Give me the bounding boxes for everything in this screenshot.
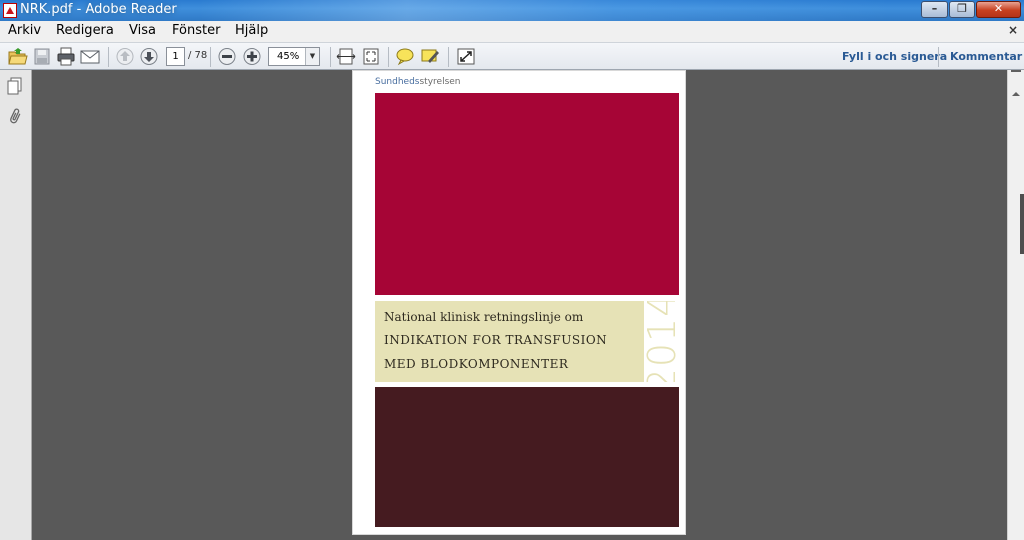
prev-page-icon[interactable]: [115, 47, 135, 66]
toolbar-separator: [388, 47, 389, 67]
zoom-in-icon[interactable]: [242, 47, 262, 66]
fullscreen-icon[interactable]: [456, 47, 476, 66]
minimize-button[interactable]: –: [921, 1, 948, 18]
cover-top-band: [375, 93, 679, 295]
scrollbar-top-line: [1011, 70, 1021, 72]
cover-bottom-band: [375, 387, 679, 527]
close-document-icon[interactable]: ×: [1008, 23, 1018, 37]
menu-arkiv[interactable]: Arkiv: [8, 23, 41, 38]
email-icon[interactable]: [80, 47, 100, 66]
minimize-icon: –: [931, 2, 938, 15]
zoom-value: 45%: [277, 51, 300, 62]
zoom-select[interactable]: 45% ▼: [268, 47, 320, 66]
scrollbar-thumb[interactable]: [1020, 194, 1024, 254]
toolbar-separator: [210, 47, 211, 67]
page-total: / 78: [188, 50, 208, 61]
menu-redigera[interactable]: Redigera: [56, 23, 114, 38]
close-icon: ✕: [993, 2, 1004, 15]
close-button[interactable]: ✕: [976, 1, 1021, 18]
toolbar: 1 / 78 45% ▼ Fyll i och signera Kommenta…: [0, 42, 1024, 70]
sundhedsstyrelsen-logo: Sundhedsstyrelsen: [375, 77, 461, 87]
menu-hjalp[interactable]: Hjälp: [235, 23, 268, 38]
menu-visa[interactable]: Visa: [129, 23, 156, 38]
next-page-icon[interactable]: [139, 47, 159, 66]
cover-title-line-1: INDIKATION FOR TRANSFUSION: [384, 333, 608, 347]
logo-part-1: Sundheds: [375, 77, 420, 87]
navigation-pane: [0, 70, 32, 540]
toolbar-separator: [330, 47, 331, 67]
toolbar-separator: [108, 47, 109, 67]
scroll-up-icon[interactable]: [1009, 86, 1023, 102]
cover-year: 2014: [644, 301, 679, 382]
chevron-down-icon[interactable]: ▼: [305, 48, 319, 65]
fill-sign-button[interactable]: Fyll i och signera: [842, 50, 947, 63]
vertical-scrollbar[interactable]: [1007, 70, 1024, 540]
title-glow: [200, 0, 890, 21]
fit-page-icon[interactable]: [361, 47, 381, 66]
window-title: NRK.pdf - Adobe Reader: [20, 2, 177, 17]
page-number-input[interactable]: 1: [166, 47, 185, 66]
adobe-reader-icon[interactable]: [3, 3, 17, 18]
fit-width-icon[interactable]: [336, 47, 356, 66]
cover-subtitle: National klinisk retningslinje om: [384, 310, 584, 324]
open-folder-icon[interactable]: [8, 47, 28, 66]
print-icon[interactable]: [56, 47, 76, 66]
cover-title-line-2: MED BLODKOMPONENTER: [384, 357, 569, 371]
maximize-button[interactable]: ❐: [949, 1, 975, 18]
logo-part-2: styrelsen: [419, 77, 461, 87]
attachments-paperclip-icon[interactable]: [7, 108, 23, 126]
highlight-icon[interactable]: [420, 47, 440, 66]
cover-title-band: National klinisk retningslinje om INDIKA…: [375, 301, 644, 382]
save-icon[interactable]: [32, 47, 52, 66]
page-thumbnails-icon[interactable]: [7, 77, 23, 95]
restore-icon: ❐: [957, 2, 967, 15]
pdf-page: Sundhedsstyrelsen National klinisk retni…: [352, 70, 686, 535]
title-bar: NRK.pdf - Adobe Reader – ❐ ✕: [0, 0, 1024, 21]
menu-fonster[interactable]: Fönster: [172, 23, 220, 38]
toolbar-separator: [448, 47, 449, 67]
menu-bar: Arkiv Redigera Visa Fönster Hjälp ×: [0, 21, 1024, 42]
comment-panel-button[interactable]: Kommentar: [950, 50, 1022, 63]
cover-year-strip: 2014: [644, 301, 679, 382]
zoom-out-icon[interactable]: [217, 47, 237, 66]
toolbar-separator: [938, 47, 939, 67]
comment-bubble-icon[interactable]: [395, 47, 415, 66]
